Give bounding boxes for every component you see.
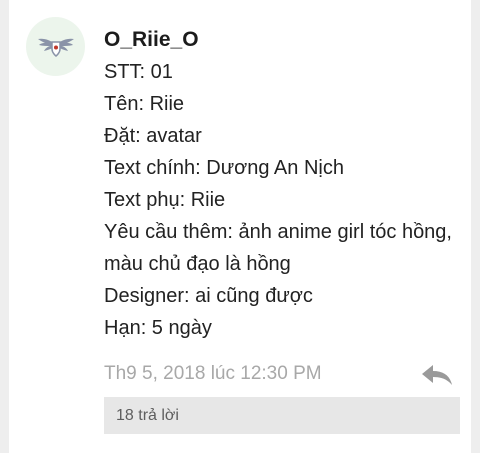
comment-line-sub-text: Text phụ: Riie bbox=[104, 189, 226, 211]
comment-timestamp: Th9 5, 2018 lúc 12:30 PM bbox=[104, 363, 322, 384]
comment-line-stt: STT: 01 bbox=[104, 61, 173, 83]
comment-line-order: Đặt: avatar bbox=[104, 125, 202, 147]
avatar[interactable] bbox=[26, 17, 85, 76]
replies-button[interactable]: 18 trả lời bbox=[104, 397, 460, 434]
comment-line-name: Tên: Riie bbox=[104, 93, 185, 115]
comment-line-deadline: Hạn: 5 ngày bbox=[104, 317, 212, 339]
winged-shield-logo-icon bbox=[37, 38, 74, 57]
comment-line-request-cont: màu chủ đạo là hồng bbox=[104, 253, 291, 275]
comment-card: O_Riie_O STT: 01 Tên: Riie Đặt: avatar T… bbox=[9, 0, 471, 453]
comment-line-main-text: Text chính: Dương An Nịch bbox=[104, 157, 344, 179]
comment-body: O_Riie_O STT: 01 Tên: Riie Đặt: avatar T… bbox=[104, 24, 464, 344]
reply-arrow-icon[interactable] bbox=[419, 362, 455, 388]
username[interactable]: O_Riie_O bbox=[104, 24, 464, 56]
comment-line-designer: Designer: ai cũng được bbox=[104, 285, 313, 307]
comment-line-request: Yêu cầu thêm: ảnh anime girl tóc hồng, bbox=[104, 221, 452, 243]
